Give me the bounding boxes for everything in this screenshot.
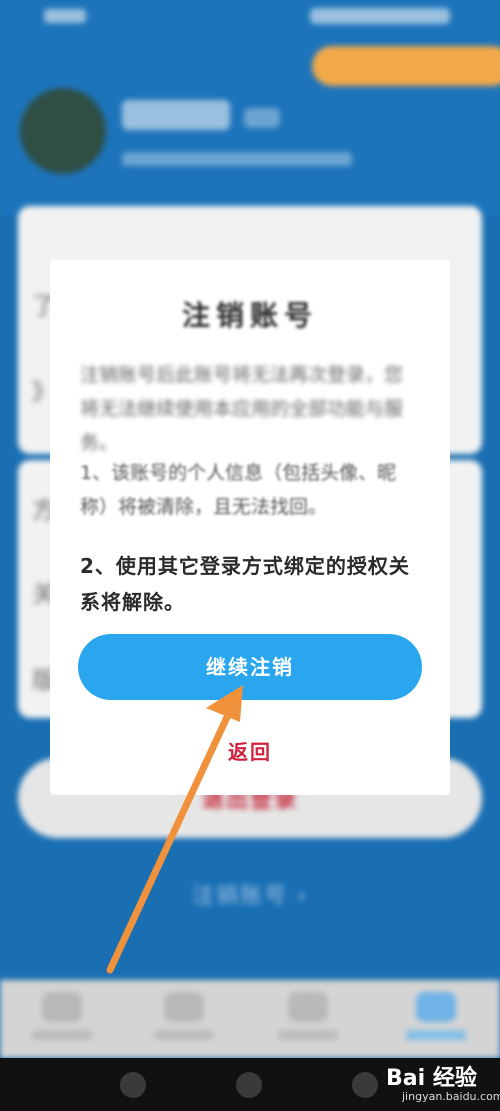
watermark-logo: Bai 经验 jingyan.baidu.com <box>386 1060 500 1108</box>
continue-cancel-button[interactable]: 继续注销 <box>78 634 422 700</box>
watermark-brand: Bai 经验 <box>386 1066 477 1091</box>
bottom-nav <box>0 980 500 1058</box>
status-bar <box>0 0 500 36</box>
back-link[interactable]: 返回 <box>0 736 500 765</box>
nav-profile-icon[interactable] <box>416 992 456 1022</box>
nav-list-label <box>154 1030 214 1040</box>
dialog-item-2: 2、使用其它登录方式绑定的授权关系将解除。 <box>80 554 410 614</box>
user-name <box>122 100 230 130</box>
status-icons <box>310 8 450 24</box>
nav-list-icon[interactable] <box>164 992 204 1022</box>
system-recents-icon[interactable] <box>352 1072 378 1098</box>
nav-home-label <box>32 1030 92 1040</box>
cancel-account-dialog <box>50 260 450 795</box>
cancel-account-link[interactable]: 注销账号 › <box>0 878 500 910</box>
vip-banner[interactable] <box>312 46 500 86</box>
watermark-site: jingyan.baidu.com <box>402 1090 500 1103</box>
dialog-title: 注销账号 <box>181 299 318 332</box>
dialog-intro-text: 注销账号后此账号将无法再次登录，您将无法继续使用本应用的全部功能与服务。 <box>80 364 404 454</box>
user-subtitle <box>122 152 352 166</box>
nav-message-icon[interactable] <box>288 992 328 1022</box>
nav-profile-label <box>406 1030 466 1040</box>
nav-message-label <box>278 1030 338 1040</box>
status-time <box>44 9 86 23</box>
system-back-icon[interactable] <box>120 1072 146 1098</box>
avatar[interactable] <box>20 88 106 174</box>
system-home-icon[interactable] <box>236 1072 262 1098</box>
user-level-badge <box>244 108 280 128</box>
nav-home-icon[interactable] <box>42 992 82 1022</box>
dialog-item-1: 1、该账号的个人信息（包括头像、昵称）将被清除，且无法找回。 <box>80 462 397 518</box>
